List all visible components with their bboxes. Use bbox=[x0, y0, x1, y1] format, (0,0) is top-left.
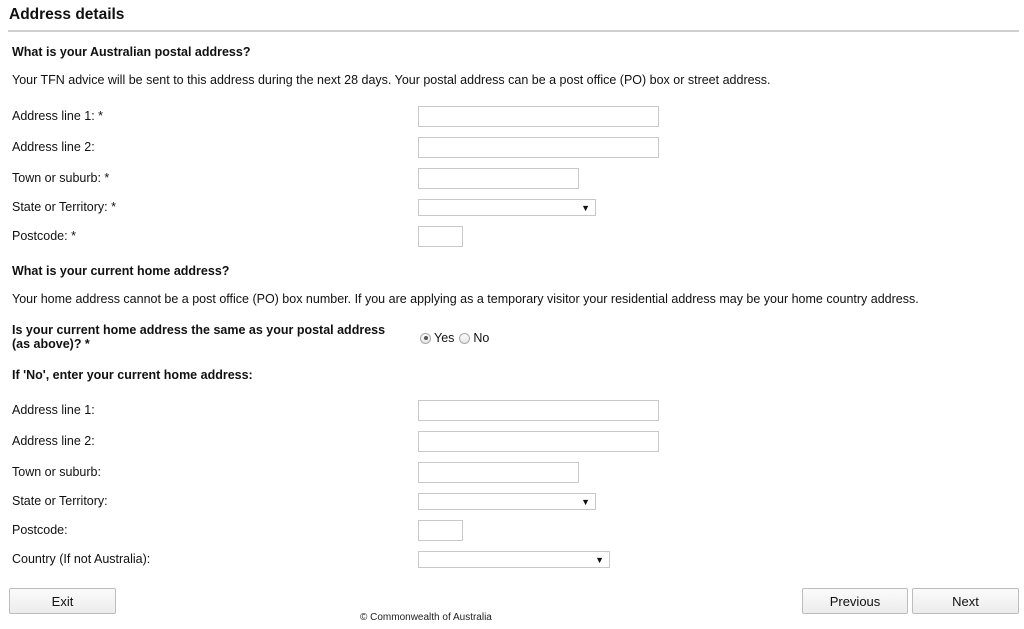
radio-yes[interactable] bbox=[420, 332, 431, 344]
home-postcode-label: Postcode: bbox=[12, 523, 68, 537]
home-state-label: State or Territory: bbox=[12, 494, 108, 508]
radio-no-label[interactable]: No bbox=[473, 331, 489, 345]
home-state-select[interactable]: ▼ bbox=[418, 493, 596, 510]
title-divider bbox=[8, 30, 1019, 32]
dropdown-arrow-icon: ▼ bbox=[581, 203, 590, 213]
radio-no[interactable] bbox=[459, 332, 471, 344]
same-address-question-line1: Is your current home address the same as… bbox=[12, 323, 386, 337]
previous-button[interactable]: Previous bbox=[802, 588, 908, 614]
postal-town-input[interactable] bbox=[418, 168, 579, 189]
postal-address-description: Your TFN advice will be sent to this add… bbox=[12, 73, 771, 87]
home-address-line2-input[interactable] bbox=[418, 431, 659, 452]
dropdown-arrow-icon: ▼ bbox=[595, 555, 604, 565]
home-address-line2-label: Address line 2: bbox=[12, 434, 95, 448]
postal-address-line1-input[interactable] bbox=[418, 106, 659, 127]
home-town-input[interactable] bbox=[418, 462, 579, 483]
if-no-heading: If 'No', enter your current home address… bbox=[12, 368, 253, 382]
copyright-footer: © Commonwealth of Australia bbox=[360, 612, 492, 623]
postal-town-label: Town or suburb: * bbox=[12, 171, 110, 185]
postal-postcode-label: Postcode: * bbox=[12, 229, 76, 243]
dropdown-arrow-icon: ▼ bbox=[581, 497, 590, 507]
home-address-description: Your home address cannot be a post offic… bbox=[12, 292, 919, 306]
home-address-line1-label: Address line 1: bbox=[12, 403, 95, 417]
home-country-select[interactable]: ▼ bbox=[418, 551, 610, 568]
home-town-label: Town or suburb: bbox=[12, 465, 101, 479]
home-address-line1-input[interactable] bbox=[418, 400, 659, 421]
next-button[interactable]: Next bbox=[912, 588, 1019, 614]
postal-address-line2-label: Address line 2: bbox=[12, 140, 95, 154]
postal-address-line2-input[interactable] bbox=[418, 137, 659, 158]
postal-state-select[interactable]: ▼ bbox=[418, 199, 596, 216]
same-address-question: Is your current home address the same as… bbox=[12, 323, 385, 351]
exit-button[interactable]: Exit bbox=[9, 588, 116, 614]
postal-address-heading: What is your Australian postal address? bbox=[12, 45, 251, 59]
radio-yes-label[interactable]: Yes bbox=[434, 331, 454, 345]
postal-state-label: State or Territory: * bbox=[12, 200, 116, 214]
same-address-question-line2: (as above)? * bbox=[12, 337, 90, 351]
home-address-heading: What is your current home address? bbox=[12, 264, 230, 278]
postal-postcode-input[interactable] bbox=[418, 226, 463, 247]
home-postcode-input[interactable] bbox=[418, 520, 463, 541]
page-title: Address details bbox=[9, 6, 125, 23]
postal-address-line1-label: Address line 1: * bbox=[12, 109, 104, 123]
same-address-radio-group: Yes No bbox=[420, 331, 494, 345]
home-country-label: Country (If not Australia): bbox=[12, 552, 151, 566]
